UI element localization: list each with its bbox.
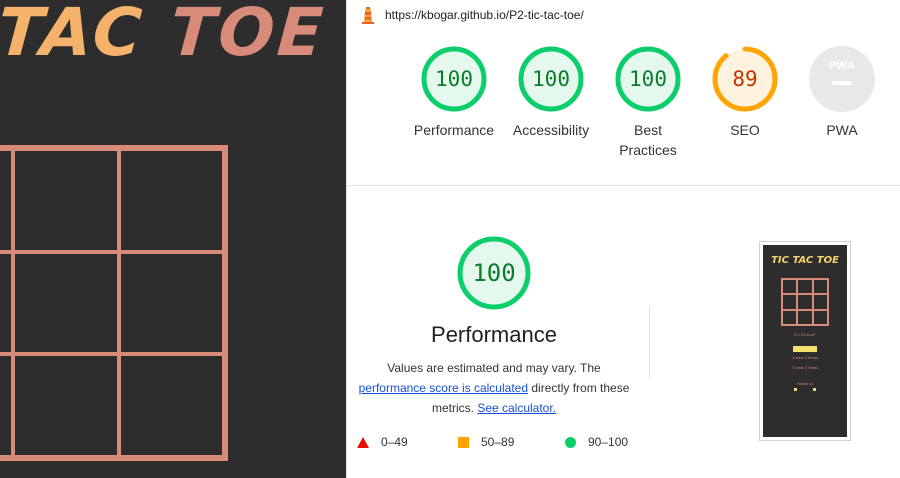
thumbnail-social-icon — [813, 388, 816, 391]
board-cell-6[interactable] — [118, 251, 224, 355]
legend-average: 50–89 — [458, 435, 514, 449]
game-title-tac: TAC — [0, 0, 148, 71]
legend-average-range: 50–89 — [481, 435, 515, 449]
gauge-ring: 100 — [615, 46, 681, 112]
gauge-label: Accessibility — [512, 122, 590, 138]
performance-title: Performance — [431, 322, 557, 347]
thumbnail-restart-button — [793, 346, 817, 352]
circle-icon — [565, 436, 576, 448]
board-cell-1[interactable] — [0, 149, 14, 252]
score-summary: 100 Performance 100 Accessibility 100 Be… — [347, 46, 900, 166]
pwa-badge-icon: PWA — [809, 46, 875, 112]
gauge-label: PWA — [826, 122, 858, 138]
final-screenshot-thumbnail[interactable]: TIC TAC TOE It's X's turn! X wins 0 time… — [759, 241, 851, 441]
gauge-label: Best Practices — [619, 122, 677, 158]
thumbnail-title: TIC TAC TOE — [771, 255, 839, 266]
triangle-icon — [357, 436, 369, 448]
thumbnail-score-o: O wins 0 times — [792, 366, 818, 370]
gauge-best-practices[interactable]: 100 Best Practices — [593, 46, 703, 160]
legend-pass-range: 90–100 — [588, 435, 629, 449]
game-title: TAC TOE — [0, 0, 328, 71]
desc-text-3: metrics. — [431, 401, 474, 415]
performance-score: 100 — [472, 259, 516, 287]
score-calculated-link[interactable]: performance score is calculated — [359, 381, 528, 395]
gauge-seo[interactable]: 89 SEO — [690, 46, 800, 140]
pwa-dash — [832, 81, 852, 85]
legend-pass: 90–100 — [565, 435, 628, 449]
board-cell-8[interactable] — [13, 354, 119, 457]
report-url-bar: https://kbogar.github.io/P2-tic-tac-toe/ — [347, 0, 900, 30]
thumbnail-status: It's X's turn! — [794, 333, 816, 337]
legend-fail-range: 0–49 — [381, 435, 408, 449]
square-icon — [458, 436, 469, 448]
section-divider — [347, 185, 900, 186]
legend-fail: 0–49 — [357, 435, 408, 449]
report-url-link[interactable]: https://kbogar.github.io/P2-tic-tac-toe/ — [385, 8, 584, 22]
gauge-ring: 100 — [518, 46, 584, 112]
board-cell-7[interactable] — [0, 354, 14, 457]
board-cell-9[interactable] — [118, 354, 224, 457]
gauge-ring: 89 — [712, 46, 778, 112]
gauge-pwa[interactable]: PWA PWA — [787, 46, 897, 140]
gauge-score: 100 — [435, 67, 473, 91]
gauge-score: 100 — [532, 67, 570, 91]
thumbnail-score-x: X wins 0 times — [792, 356, 818, 360]
lighthouse-report: https://kbogar.github.io/P2-tic-tac-toe/… — [346, 0, 900, 478]
thumbnail-social-icon — [794, 388, 797, 391]
see-calculator-link[interactable]: See calculator. — [477, 401, 556, 415]
gauge-accessibility[interactable]: 100 Accessibility — [496, 46, 606, 140]
vertical-divider — [649, 306, 650, 378]
gauge-score: 89 — [732, 67, 758, 91]
board-cell-4[interactable] — [0, 251, 14, 355]
game-page: TAC TOE — [0, 0, 346, 478]
board-cell-5[interactable] — [13, 251, 119, 355]
pwa-badge-text: PWA — [828, 60, 856, 72]
thumbnail-follow: Follow us — [796, 382, 814, 386]
performance-description: Values are estimated and may vary. The p… — [347, 358, 641, 418]
gauge-performance[interactable]: 100 Performance — [399, 46, 509, 140]
game-title-toe: TOE — [167, 0, 329, 71]
score-legend: 0–49 50–89 90–100 — [357, 435, 657, 453]
performance-gauge: 100 — [457, 236, 531, 310]
desc-text-1: Values are estimated and may vary. The — [387, 361, 601, 375]
gauge-ring: PWA — [809, 46, 875, 112]
gauge-ring: 100 — [421, 46, 487, 112]
thumbnail-board — [781, 278, 829, 326]
game-board — [0, 145, 228, 461]
board-cell-2[interactable] — [13, 149, 119, 252]
thumbnail-content: TIC TAC TOE It's X's turn! X wins 0 time… — [763, 245, 847, 437]
gauge-score: 100 — [629, 67, 667, 91]
gauge-label: Performance — [413, 122, 495, 138]
desc-text-2: directly from these — [531, 381, 630, 395]
lighthouse-icon — [362, 7, 374, 24]
board-cell-3[interactable] — [118, 149, 224, 252]
gauge-label: SEO — [730, 122, 760, 138]
